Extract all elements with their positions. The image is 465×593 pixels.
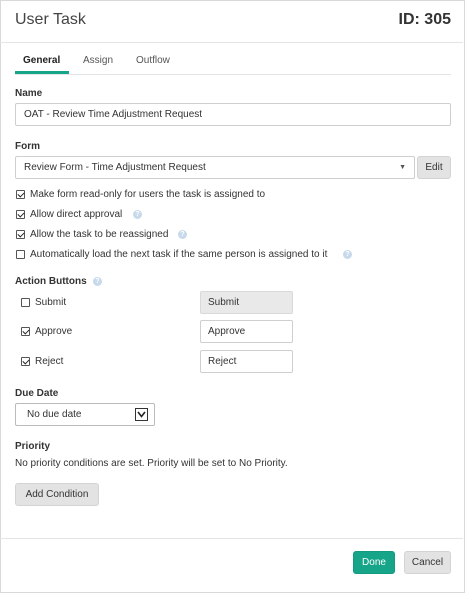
chevron-down-icon [135,408,148,421]
tab-assign[interactable]: Assign [83,55,113,66]
reject-label: Reject [35,356,64,367]
approve-text-input[interactable]: Approve [200,320,293,343]
edit-form-button[interactable]: Edit [417,156,451,179]
autoload-checkbox[interactable] [16,250,25,259]
submit-checkbox[interactable] [21,298,30,307]
direct-approval-label: Allow direct approval [30,209,123,220]
approve-checkbox[interactable] [21,327,30,336]
name-input[interactable]: OAT - Review Time Adjustment Request [15,103,451,126]
help-circle-icon[interactable]: ? [343,250,352,259]
help-circle-icon[interactable]: ? [93,277,102,286]
tab-outflow[interactable]: Outflow [136,55,170,66]
action-buttons-label: Action Buttons [15,276,87,287]
tab-bar: General Assign Outflow [15,52,451,75]
active-tab-indicator [15,71,69,74]
task-id: ID: 305 [398,11,451,28]
due-date-label: Due Date [15,388,59,399]
caret-down-icon: ▼ [399,164,406,171]
reject-checkbox[interactable] [21,357,30,366]
readonly-checkbox[interactable] [16,190,25,199]
footer-divider [0,538,463,539]
autoload-label: Automatically load the next task if the … [30,249,328,260]
done-button[interactable]: Done [353,551,395,574]
dialog-header: User Task ID: 305 [0,0,463,43]
readonly-label: Make form read-only for users the task i… [30,189,266,200]
reject-text-input[interactable]: Reject [200,350,293,373]
add-condition-button[interactable]: Add Condition [15,483,99,506]
direct-approval-checkbox[interactable] [16,210,25,219]
tab-general[interactable]: General [23,55,60,66]
submit-text-input: Submit [200,291,293,314]
cancel-button[interactable]: Cancel [404,551,451,574]
help-circle-icon[interactable]: ? [178,230,187,239]
due-date-select[interactable]: No due date [15,403,155,426]
dialog-title: User Task [15,11,86,28]
form-label: Form [15,141,40,152]
submit-label: Submit [35,297,67,308]
reassign-checkbox[interactable] [16,230,25,239]
form-select[interactable]: Review Form - Time Adjustment Request ▼ [15,156,415,179]
due-date-value: No due date [27,409,82,420]
reassign-label: Allow the task to be reassigned [30,229,169,240]
priority-message: No priority conditions are set. Priority… [15,458,288,469]
help-circle-icon[interactable]: ? [133,210,142,219]
name-label: Name [15,88,43,99]
form-select-value: Review Form - Time Adjustment Request [24,162,206,173]
priority-label: Priority [15,441,51,452]
approve-label: Approve [35,326,73,337]
